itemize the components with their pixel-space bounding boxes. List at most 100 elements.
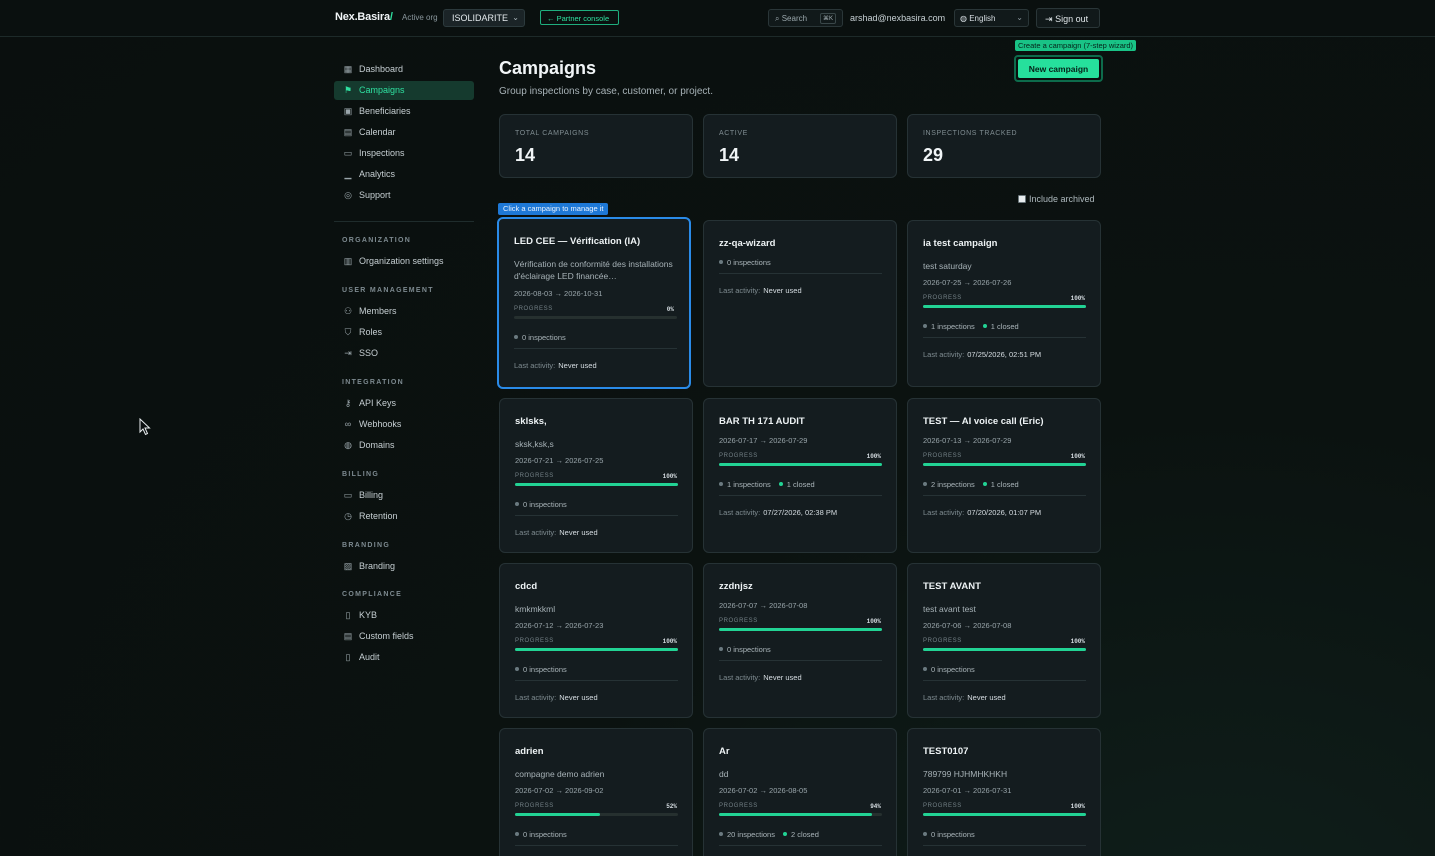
progress-bar-fill: [719, 463, 882, 466]
brand-logo[interactable]: Nex.Basira/: [335, 11, 393, 23]
sidebar-divider: [334, 221, 474, 222]
file-icon: ▯: [345, 652, 351, 662]
campaign-stats: 0 inspections: [515, 500, 567, 509]
campaign-card[interactable]: LED CEE — Vérification (IA) Vérification …: [497, 217, 691, 389]
inspections-count: 20 inspections: [727, 830, 775, 839]
progress-bar: [515, 813, 678, 816]
sidebar-item-dashboard[interactable]: ▦ Dashboard: [334, 60, 474, 79]
last-activity: Last activity: 07/20/2026, 01:07 PM: [923, 508, 1041, 517]
image-icon: ▨: [343, 561, 353, 571]
progress-bar: [719, 463, 882, 466]
campaign-card[interactable]: Ar dd 2026-07-02 → 2026-08-05 PROGRESS 94% 20…: [703, 728, 897, 856]
stat-total-campaigns: TOTAL CAMPAIGNS 14: [499, 114, 693, 178]
campaign-card[interactable]: cdcd kmkmkkml 2026-07-12 → 2026-07-23 PROGR…: [499, 563, 693, 718]
last-activity: Last activity: Never used: [514, 361, 597, 370]
campaign-description: compagne demo adrien: [515, 769, 605, 779]
closed-count: 2 closed: [790, 830, 819, 839]
calendar-icon: ▤: [343, 127, 353, 137]
sidebar-item-api-keys[interactable]: ⚷ API Keys: [334, 394, 474, 413]
last-activity: Last activity: Never used: [719, 673, 802, 682]
sidebar-item-organization-settings[interactable]: ▥ Organization settings: [334, 252, 474, 271]
org-select-value: ISOLIDARITE: [452, 13, 509, 23]
campaign-description: test saturday: [923, 261, 972, 271]
progress-value: 94%: [870, 803, 881, 810]
campaign-card[interactable]: TEST — AI voice call (Eric) 2026-07-13 → …: [907, 398, 1101, 553]
org-select[interactable]: ISOLIDARITE ⌄: [443, 9, 525, 27]
section-branding: BRANDING: [342, 542, 391, 549]
page-title: Campaigns: [499, 58, 597, 78]
progress-bar: [719, 813, 882, 816]
campaign-card[interactable]: zzdnjsz 2026-07-07 → 2026-07-08 PROGRESS 10…: [703, 563, 897, 718]
sidebar-item-webhooks[interactable]: ∞ Webhooks: [334, 415, 474, 434]
last-activity-value: Never used: [559, 528, 598, 537]
campaign-title: TEST AVANT: [923, 581, 981, 592]
sidebar-item-branding[interactable]: ▨ Branding: [334, 557, 474, 576]
sidebar-item-calendar[interactable]: ▤ Calendar: [334, 123, 474, 142]
progress-value: 0%: [666, 306, 674, 313]
inspections-count: 0 inspections: [931, 830, 975, 839]
campaign-card[interactable]: TEST0107 789799 HJHMHKHKH 2026-07-01 → 202…: [907, 728, 1101, 856]
card-divider: [923, 495, 1086, 496]
campaign-card[interactable]: ia test campaign test saturday 2026-07-25 …: [907, 220, 1101, 387]
status-dot: [923, 667, 927, 671]
progress-value: 100%: [1070, 453, 1085, 460]
building-icon: ▥: [343, 256, 353, 266]
inspections-count: 2 inspections: [931, 480, 975, 489]
campaign-dates: 2026-07-17 → 2026-07-29: [719, 436, 808, 445]
progress-value: 100%: [662, 638, 677, 645]
campaign-description: dd: [719, 769, 729, 779]
progress-bar-fill: [923, 648, 1086, 651]
campaign-title: sklsks,: [515, 416, 547, 427]
search-shortcut: ⌘K: [819, 13, 836, 24]
campaign-card[interactable]: sklsks, sksk,ksk,s 2026-07-21 → 2026-07-25…: [499, 398, 693, 553]
campaign-title: ia test campaign: [923, 238, 998, 249]
sidebar-item-support[interactable]: ◎ Support: [334, 186, 474, 205]
login-icon: ⇥: [344, 348, 352, 358]
sidebar-item-members[interactable]: ⚇ Members: [334, 302, 474, 321]
include-archived-checkbox[interactable]: [1018, 195, 1026, 203]
last-activity: Last activity: Never used: [515, 693, 598, 702]
progress-bar-fill: [923, 463, 1086, 466]
new-campaign-button[interactable]: New campaign: [1014, 55, 1103, 82]
sidebar-item-roles[interactable]: ⛉ Roles: [334, 323, 474, 342]
include-archived-toggle[interactable]: Include archived: [1018, 194, 1095, 204]
new-campaign-tooltip: Create a campaign (7-step wizard): [1015, 40, 1137, 51]
campaign-description: Vérification de conformité des installat…: [514, 259, 673, 281]
sidebar-item-domains[interactable]: ◍ Domains: [334, 436, 474, 455]
card-divider: [923, 337, 1086, 338]
sidebar-item-sso[interactable]: ⇥ SSO: [334, 344, 474, 363]
sidebar-item-custom-fields[interactable]: ▤ Custom fields: [334, 627, 474, 646]
sign-out-button[interactable]: ⇥ Sign out: [1036, 8, 1100, 28]
progress-label: PROGRESS: [514, 306, 553, 312]
status-dot: [719, 482, 723, 486]
language-select[interactable]: ◍ English ⌄: [954, 9, 1029, 27]
card-divider: [719, 495, 882, 496]
sidebar-item-analytics[interactable]: ▁ Analytics: [334, 165, 474, 184]
campaign-card[interactable]: adrien compagne demo adrien 2026-07-02 → 2…: [499, 728, 693, 856]
card-divider: [923, 845, 1086, 846]
sidebar-item-audit[interactable]: ▯ Audit: [334, 648, 474, 667]
sidebar-item-billing[interactable]: ▭ Billing: [334, 486, 474, 505]
sidebar-item-kyb[interactable]: ▯ KYB: [334, 606, 474, 625]
stat-active: ACTIVE 14: [703, 114, 897, 178]
sidebar-item-inspections[interactable]: ▭ Inspections: [334, 144, 474, 163]
search-label: Search: [781, 14, 808, 23]
language-value: English: [969, 14, 996, 23]
card-divider: [514, 348, 677, 349]
partner-console-button[interactable]: ← Partner console: [540, 10, 619, 25]
campaign-title: TEST0107: [923, 746, 969, 757]
status-dot: [515, 667, 519, 671]
search-button[interactable]: ⌕ Search ⌘K: [768, 9, 843, 27]
progress-bar: [923, 463, 1086, 466]
section-billing: BILLING: [342, 471, 380, 478]
sidebar-item-beneficiaries[interactable]: ▣ Beneficiaries: [334, 102, 474, 121]
campaign-card[interactable]: TEST AVANT test avant test 2026-07-06 → 20…: [907, 563, 1101, 718]
campaign-card[interactable]: zz-qa-wizard 0 inspections Last activity: N…: [703, 220, 897, 387]
sidebar-item-retention[interactable]: ◷ Retention: [334, 507, 474, 526]
sidebar-item-campaigns[interactable]: ⚑ Campaigns: [334, 81, 474, 100]
stat-label: ACTIVE: [719, 130, 748, 137]
campaign-card[interactable]: BAR TH 171 AUDIT 2026-07-17 → 2026-07-29 P…: [703, 398, 897, 553]
card-divider: [719, 273, 882, 274]
inspections-count: 0 inspections: [523, 665, 567, 674]
status-dot: [923, 324, 927, 328]
